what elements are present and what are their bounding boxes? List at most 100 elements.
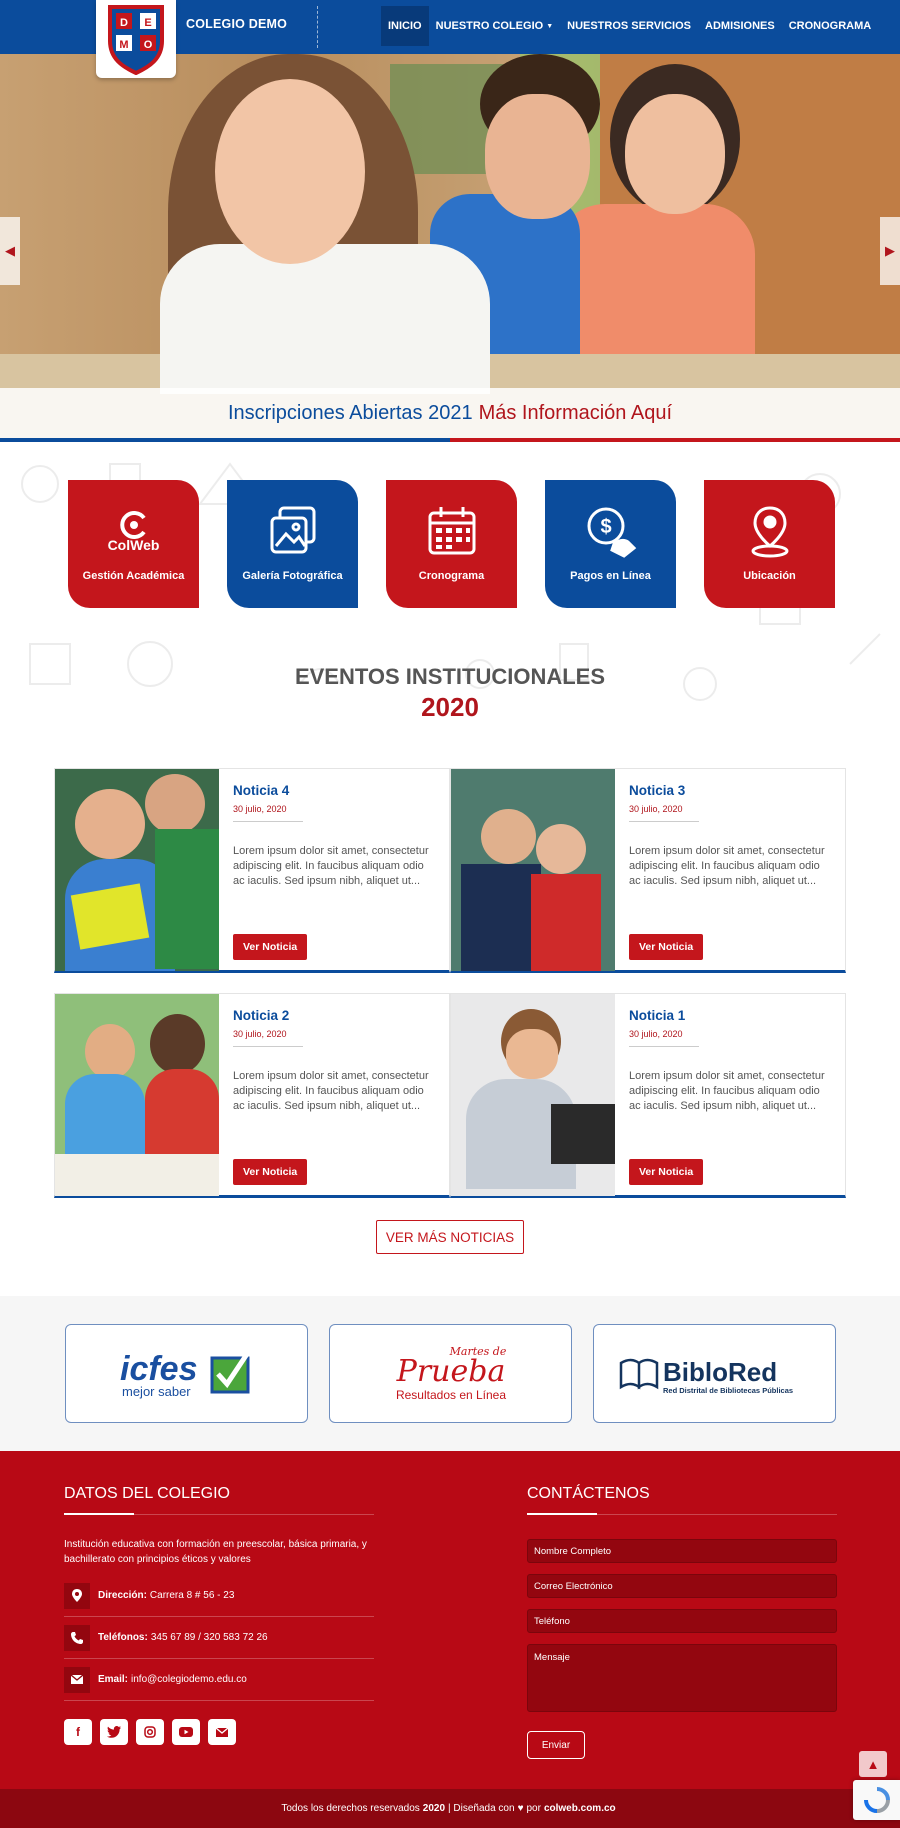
quick-card-label: Cronograma — [418, 570, 485, 582]
quick-card-pagos[interactable]: $ Pagos en Línea — [545, 480, 676, 608]
calendar-icon — [424, 504, 480, 558]
instagram-icon[interactable] — [136, 1719, 164, 1745]
news-image[interactable] — [55, 769, 219, 971]
hero-student-3-face — [625, 94, 725, 214]
menu-item-nuestros-servicios[interactable]: NUESTROS SERVICIOS — [560, 6, 698, 46]
news-excerpt: Lorem ipsum dolor sit amet, consectetur … — [233, 845, 429, 887]
news-card: Noticia 2 30 julio, 2020 Lorem ipsum dol… — [54, 993, 450, 1198]
phone-field[interactable] — [527, 1609, 837, 1633]
message-field[interactable] — [527, 1644, 837, 1712]
email-row: Email: info@colegiodemo.edu.co — [64, 1659, 374, 1701]
news-title[interactable]: Noticia 2 — [233, 1008, 435, 1023]
news-divider — [629, 821, 699, 822]
news-excerpt: Lorem ipsum dolor sit amet, consectetur … — [629, 845, 825, 887]
quick-card-label: Galería Fotográfica — [242, 570, 343, 582]
read-news-button[interactable]: Ver Noticia — [233, 1159, 308, 1185]
hero-stripe — [0, 438, 900, 442]
news-divider — [629, 1046, 699, 1047]
chevron-right-icon: ▶ — [885, 243, 895, 258]
shield-logo-icon: D E M O — [108, 5, 164, 75]
menu-item-admisiones[interactable]: ADMISIONES — [698, 6, 782, 46]
heart-icon: ♥ — [517, 1803, 524, 1814]
email-label: Email: — [98, 1674, 129, 1685]
quick-card-label: Ubicación — [743, 570, 796, 582]
menu-item-nuestro-colegio[interactable]: NUESTRO COLEGIO ▼ — [429, 6, 561, 46]
footer-contact-title: CONTÁCTENOS — [527, 1485, 650, 1502]
slider-next-button[interactable]: ▶ — [880, 217, 900, 285]
designed-by-text: | Diseñada con — [448, 1803, 515, 1814]
news-title[interactable]: Noticia 3 — [629, 783, 831, 798]
hero-caption-main: Inscripciones Abiertas 2021 — [227, 401, 473, 424]
more-news-button[interactable]: VER MÁS NOTICIAS — [376, 1220, 524, 1254]
hero-slider: ◀ ▶ Inscripciones Abiertas 2021 Más Info… — [0, 54, 900, 442]
main-menu: INICIO NUESTRO COLEGIO ▼ NUESTROS SERVICI… — [381, 6, 878, 46]
send-button[interactable]: Enviar — [527, 1731, 585, 1759]
footer: DATOS DEL COLEGIO Institución educativa … — [0, 1451, 900, 1789]
copyright-year: 2020 — [422, 1803, 446, 1814]
gallery-icon — [265, 504, 321, 558]
colweb-logo-text: ColWeb — [107, 537, 160, 553]
news-date: 30 julio, 2020 — [233, 1029, 287, 1039]
stripe-red — [450, 438, 900, 442]
full-name-field[interactable] — [527, 1539, 837, 1563]
hero-caption[interactable]: Inscripciones Abiertas 2021 Más Informac… — [0, 388, 900, 438]
email-icon[interactable] — [208, 1719, 236, 1745]
address-label: Dirección: — [98, 1590, 147, 1601]
quick-card-cronograma[interactable]: Cronograma — [386, 480, 517, 608]
news-title[interactable]: Noticia 4 — [233, 783, 435, 798]
menu-item-inicio[interactable]: INICIO — [381, 6, 429, 46]
school-description: Institución educativa con formación en p… — [64, 1539, 367, 1565]
svg-text:Red Distrital de Bibliotecas P: Red Distrital de Bibliotecas Públicas — [663, 1386, 793, 1395]
hero-student-2-face — [485, 94, 590, 219]
address-value: Carrera 8 # 56 - 23 — [149, 1590, 235, 1601]
read-news-button[interactable]: Ver Noticia — [629, 934, 704, 960]
facebook-icon[interactable]: f — [64, 1719, 92, 1745]
caret-down-icon: ▼ — [546, 22, 554, 30]
location-pin-icon — [742, 504, 798, 558]
news-date: 30 julio, 2020 — [629, 804, 683, 814]
svg-text:BibloRed: BibloRed — [663, 1357, 777, 1387]
twitter-icon[interactable] — [100, 1719, 128, 1745]
quick-card-gestion-academica[interactable]: ColWeb Gestión Académica — [68, 480, 199, 608]
partner-icfes[interactable]: icfes mejor saber — [65, 1324, 308, 1423]
scroll-top-button[interactable]: ▲ — [859, 1751, 887, 1777]
school-logo[interactable]: D E M O — [96, 0, 176, 78]
biblored-logo: BibloRed Red Distrital de Bibliotecas Pú… — [619, 1357, 793, 1395]
read-news-button[interactable]: Ver Noticia — [629, 1159, 704, 1185]
read-news-button[interactable]: Ver Noticia — [233, 934, 308, 960]
email-value[interactable]: info@colegiodemo.edu.co — [131, 1674, 247, 1685]
social-links: f — [64, 1719, 236, 1745]
news-image[interactable] — [451, 994, 615, 1196]
address-row: Dirección: Carrera 8 # 56 - 23 — [64, 1575, 374, 1617]
designer-link[interactable]: colweb.com.co — [544, 1803, 616, 1814]
envelope-icon — [64, 1666, 90, 1693]
phone-icon — [64, 1624, 90, 1651]
slider-prev-button[interactable]: ◀ — [0, 217, 20, 285]
recaptcha-badge[interactable] — [853, 1780, 900, 1820]
events-title: EVENTOS INSTITUCIONALES — [294, 664, 606, 689]
phone-row: Teléfonos: 345 67 89 / 320 583 72 26 — [64, 1617, 374, 1659]
menu-label: NUESTROS SERVICIOS — [567, 20, 692, 32]
quick-card-ubicacion[interactable]: Ubicación — [704, 480, 835, 608]
brand-name[interactable]: COLEGIO DEMO — [186, 17, 287, 31]
news-divider — [233, 1046, 303, 1047]
menu-item-cronograma[interactable]: CRONOGRAMA — [782, 6, 879, 46]
news-title[interactable]: Noticia 1 — [629, 1008, 831, 1023]
quick-card-galeria[interactable]: Galería Fotográfica — [227, 480, 358, 608]
news-image[interactable] — [55, 994, 219, 1196]
news-excerpt: Lorem ipsum dolor sit amet, consectetur … — [233, 1070, 429, 1112]
news-card: Noticia 4 30 julio, 2020 Lorem ipsum dol… — [54, 768, 450, 973]
svg-text:$: $ — [600, 516, 611, 538]
partner-martes-de-prueba[interactable]: Martes de Prueba Resultados en Línea — [329, 1324, 572, 1423]
quick-card-label: Pagos en Línea — [570, 570, 651, 582]
copyright-bar: Todos los derechos reservados 2020 | Dis… — [0, 1789, 900, 1828]
hero-caption-link[interactable]: Más Información Aquí — [479, 402, 672, 425]
news-excerpt: Lorem ipsum dolor sit amet, consectetur … — [629, 1070, 825, 1112]
news-image[interactable] — [451, 769, 615, 971]
por-text: por — [526, 1803, 541, 1814]
youtube-icon[interactable] — [172, 1719, 200, 1745]
partners-section: icfes mejor saber Martes de Prueba Resul… — [0, 1296, 900, 1451]
hero-student-1-shirt — [160, 244, 490, 394]
partner-biblored[interactable]: BibloRed Red Distrital de Bibliotecas Pú… — [593, 1324, 836, 1423]
email-field[interactable] — [527, 1574, 837, 1598]
